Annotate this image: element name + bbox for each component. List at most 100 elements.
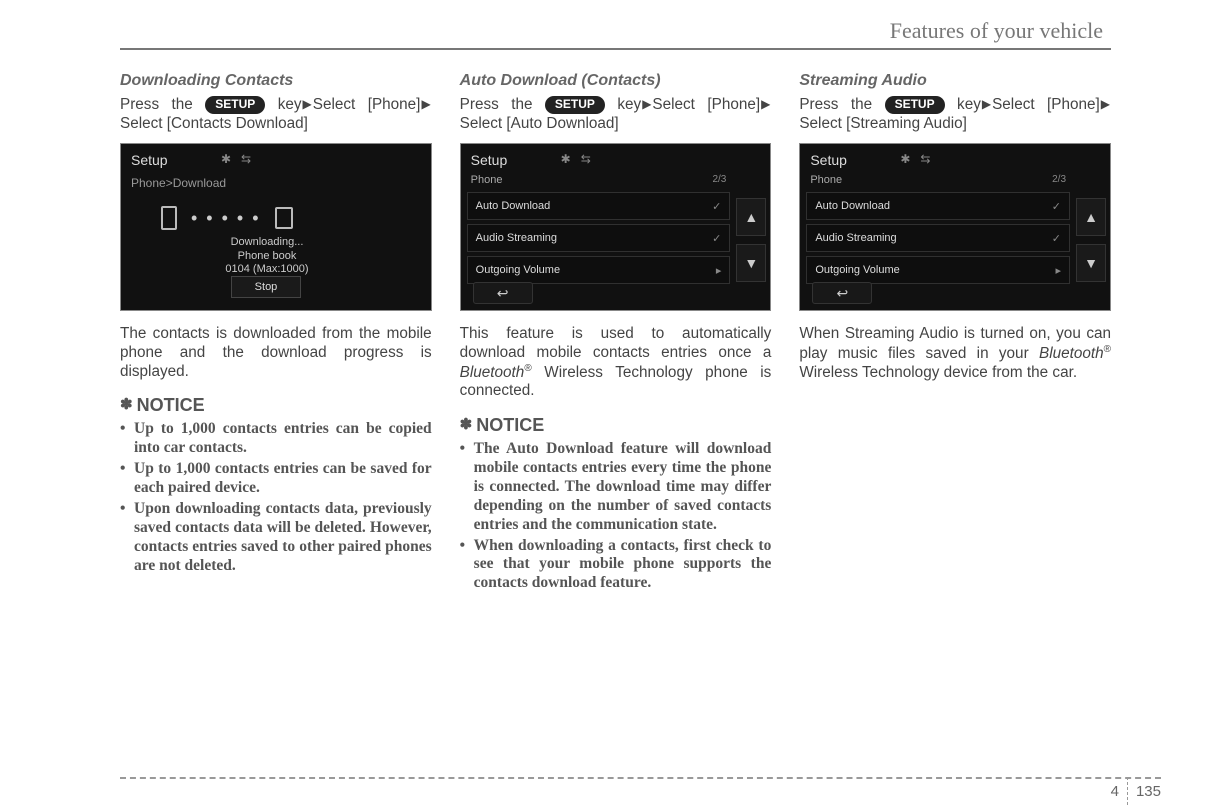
instruction-line: Press the SETUP key▶Select [Phone]▶Selec… bbox=[460, 96, 772, 133]
instr-post: key bbox=[617, 96, 641, 113]
scr-status-icons: ✱ ⇆ bbox=[900, 152, 930, 166]
body-pre: This feature is used to automatically do… bbox=[460, 325, 772, 361]
instr-sel2: Select [Streaming Audio] bbox=[799, 115, 967, 132]
check-icon: ✓ bbox=[712, 232, 721, 245]
phone-icon bbox=[161, 206, 177, 230]
item-label: Audio Streaming bbox=[815, 232, 896, 244]
registered-mark: ® bbox=[524, 363, 531, 374]
scroll-arrows: ▲ ▼ bbox=[736, 198, 766, 290]
stop-button[interactable]: Stop bbox=[231, 276, 301, 298]
body-text: When Streaming Audio is turned on, you c… bbox=[799, 325, 1111, 382]
dl-line2: Phone book bbox=[238, 250, 297, 262]
notice-header: ✽NOTICE bbox=[120, 395, 432, 416]
section-number: 4 bbox=[1111, 783, 1119, 800]
instr-sel1: Select [Phone] bbox=[992, 96, 1100, 113]
notice-header: ✽NOTICE bbox=[460, 415, 772, 436]
bluetooth-word: Bluetooth bbox=[460, 364, 525, 381]
item-label: Auto Download bbox=[476, 200, 551, 212]
page-no: 135 bbox=[1136, 783, 1161, 800]
scr-breadcrumb: Phone bbox=[471, 174, 503, 186]
scr-status-icons: ✱ ⇆ bbox=[561, 152, 591, 166]
book-icon bbox=[275, 207, 293, 229]
settings-item[interactable]: Outgoing Volume ▸ bbox=[806, 256, 1070, 284]
scr-title: Setup bbox=[810, 152, 847, 168]
scroll-up-button[interactable]: ▲ bbox=[736, 198, 766, 236]
dots-icon: • • • • • bbox=[191, 208, 261, 229]
instr-pre: Press the bbox=[460, 96, 545, 113]
scr-page-indicator: 2/3 bbox=[712, 174, 726, 185]
scroll-arrows: ▲ ▼ bbox=[1076, 198, 1106, 290]
instr-sel1: Select [Phone] bbox=[652, 96, 760, 113]
chevron-right-icon: ▸ bbox=[716, 264, 722, 277]
settings-item[interactable]: Auto Download ✓ bbox=[467, 192, 731, 220]
scroll-down-button[interactable]: ▼ bbox=[1076, 244, 1106, 282]
check-icon: ✓ bbox=[1052, 200, 1061, 213]
registered-mark: ® bbox=[1104, 344, 1111, 355]
section-title: Streaming Audio bbox=[799, 72, 1111, 90]
download-graphic: • • • • • bbox=[161, 206, 293, 230]
notice-item: When downloading a contacts, first check… bbox=[460, 537, 772, 594]
page-number: 4 135 bbox=[1111, 777, 1161, 805]
settings-item[interactable]: Audio Streaming ✓ bbox=[467, 224, 731, 252]
footer-divider bbox=[120, 777, 1161, 779]
settings-item[interactable]: Auto Download ✓ bbox=[806, 192, 1070, 220]
arrow-icon: ▶ bbox=[1101, 97, 1110, 112]
body-text: This feature is used to automatically do… bbox=[460, 325, 772, 401]
item-label: Auto Download bbox=[815, 200, 890, 212]
settings-item[interactable]: Outgoing Volume ▸ bbox=[467, 256, 731, 284]
notice-label: NOTICE bbox=[476, 415, 544, 435]
notice-item: Up to 1,000 contacts entries can be save… bbox=[120, 460, 432, 498]
check-icon: ✓ bbox=[1052, 232, 1061, 245]
page-separator bbox=[1127, 777, 1128, 805]
setup-key-pill: SETUP bbox=[545, 96, 605, 114]
notice-item: Up to 1,000 contacts entries can be copi… bbox=[120, 420, 432, 458]
screenshot-phone-settings: Setup ✱ ⇆ Phone 2/3 Auto Download ✓ Audio… bbox=[460, 143, 772, 311]
arrow-icon: ▶ bbox=[982, 97, 991, 112]
notice-item: Upon downloading contacts data, previous… bbox=[120, 500, 432, 576]
bluetooth-word: Bluetooth bbox=[1039, 345, 1104, 362]
notice-list: Up to 1,000 contacts entries can be copi… bbox=[120, 420, 432, 575]
columns: Downloading Contacts Press the SETUP key… bbox=[120, 72, 1111, 595]
notice-label: NOTICE bbox=[137, 395, 205, 415]
scr-page-indicator: 2/3 bbox=[1052, 174, 1066, 185]
chapter-title: Features of your vehicle bbox=[120, 18, 1111, 44]
notice-list: The Auto Download feature will download … bbox=[460, 440, 772, 593]
scr-breadcrumb: Phone>Download bbox=[131, 176, 226, 190]
setup-key-pill: SETUP bbox=[205, 96, 265, 114]
screenshot-download: Setup ✱ ⇆ Phone>Download • • • • • Downl… bbox=[120, 143, 432, 311]
item-label: Outgoing Volume bbox=[476, 264, 560, 276]
download-text: Downloading... Phone book 0104 (Max:1000… bbox=[187, 236, 347, 276]
settings-list: Auto Download ✓ Audio Streaming ✓ Outgoing… bbox=[467, 192, 731, 288]
instr-sel2: Select [Auto Download] bbox=[460, 115, 619, 132]
body-text: The contacts is downloaded from the mobi… bbox=[120, 325, 432, 381]
dl-line3: 0104 (Max:1000) bbox=[225, 263, 308, 275]
check-icon: ✓ bbox=[712, 200, 721, 213]
scr-status-icons: ✱ ⇆ bbox=[221, 152, 251, 166]
instr-pre: Press the bbox=[120, 96, 205, 113]
section-title: Downloading Contacts bbox=[120, 72, 432, 90]
back-button[interactable]: ↩ bbox=[473, 282, 533, 304]
scr-breadcrumb: Phone bbox=[810, 174, 842, 186]
chevron-right-icon: ▸ bbox=[1055, 264, 1061, 277]
instr-post: key bbox=[278, 96, 302, 113]
instr-pre: Press the bbox=[799, 96, 884, 113]
scroll-down-button[interactable]: ▼ bbox=[736, 244, 766, 282]
arrow-icon: ▶ bbox=[642, 97, 651, 112]
item-label: Audio Streaming bbox=[476, 232, 557, 244]
body-post: Wireless Technology device from the car. bbox=[799, 364, 1077, 381]
instr-post: key bbox=[957, 96, 981, 113]
dl-line1: Downloading... bbox=[231, 236, 304, 248]
scroll-up-button[interactable]: ▲ bbox=[1076, 198, 1106, 236]
arrow-icon: ▶ bbox=[303, 97, 312, 112]
settings-item[interactable]: Audio Streaming ✓ bbox=[806, 224, 1070, 252]
setup-key-pill: SETUP bbox=[885, 96, 945, 114]
settings-list: Auto Download ✓ Audio Streaming ✓ Outgoing… bbox=[806, 192, 1070, 288]
back-button[interactable]: ↩ bbox=[812, 282, 872, 304]
notice-item: The Auto Download feature will download … bbox=[460, 440, 772, 535]
instr-sel1: Select [Phone] bbox=[313, 96, 421, 113]
column-streaming-audio: Streaming Audio Press the SETUP key▶Sele… bbox=[799, 72, 1111, 595]
scr-title: Setup bbox=[131, 152, 168, 168]
item-label: Outgoing Volume bbox=[815, 264, 899, 276]
scr-title: Setup bbox=[471, 152, 508, 168]
instruction-line: Press the SETUP key▶Select [Phone]▶Selec… bbox=[799, 96, 1111, 133]
